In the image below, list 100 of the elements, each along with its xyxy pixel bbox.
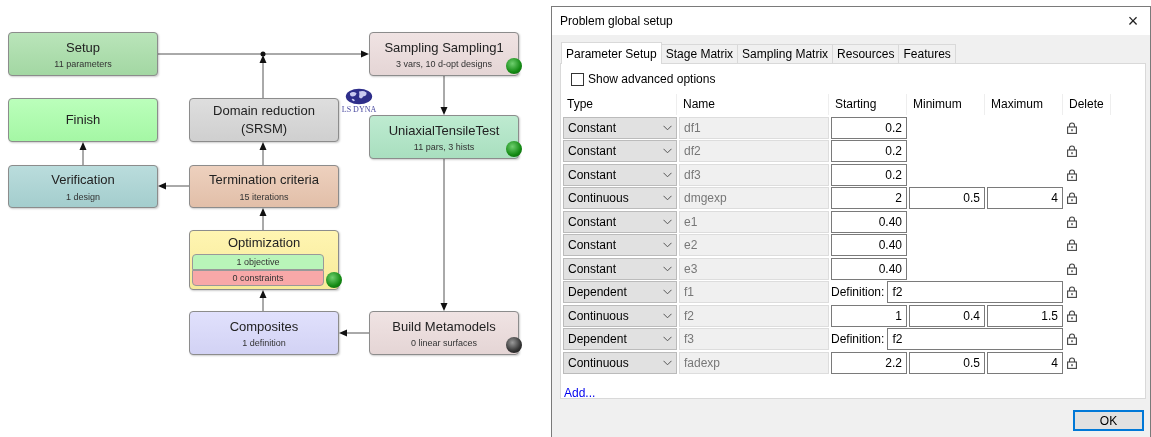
flow-node[interactable]: Sampling Sampling1 3 vars, 10 d-opt designs: [369, 32, 519, 76]
flow-node[interactable]: UniaxialTensileTest 11 pars, 3 hists: [369, 115, 519, 159]
connector-arrow: [339, 329, 370, 337]
type-dropdown[interactable]: Constant: [563, 163, 677, 186]
definition-label: Definition:: [831, 332, 885, 346]
chevron-down-icon: [663, 218, 672, 225]
value-field[interactable]: 4: [987, 351, 1063, 374]
name-field[interactable]: e2: [679, 234, 829, 256]
tab[interactable]: Features: [898, 44, 956, 63]
name-field[interactable]: dmgexp: [679, 187, 829, 209]
lock-icon[interactable]: [1067, 215, 1077, 228]
chevron-down-icon: [663, 242, 672, 248]
globe-icon: [345, 88, 373, 105]
lock-icon[interactable]: [1067, 286, 1077, 298]
lock-icon[interactable]: [1067, 333, 1077, 345]
add-link[interactable]: Add...: [564, 385, 596, 400]
value-field[interactable]: 2: [831, 187, 907, 209]
chevron-down-icon: [663, 336, 672, 342]
lock-icon[interactable]: [1067, 356, 1077, 369]
name-field[interactable]: e1: [679, 210, 829, 233]
type-dropdown[interactable]: Dependent: [563, 281, 677, 303]
type-dropdown[interactable]: Constant: [563, 257, 677, 280]
value-field[interactable]: 2.2: [831, 351, 907, 374]
column-header: Starting: [831, 94, 907, 115]
type-dropdown[interactable]: Dependent: [563, 328, 677, 350]
chevron-down-icon: [663, 124, 672, 131]
lock-icon[interactable]: [1067, 309, 1077, 322]
value-field[interactable]: 0.5: [909, 187, 985, 209]
tab[interactable]: Sampling Matrix: [737, 44, 834, 63]
flow-node[interactable]: Verification 1 design: [8, 165, 158, 208]
node-subtitle: 11 pars, 3 hists: [413, 142, 475, 153]
objective-row[interactable]: 1 objective: [192, 254, 324, 271]
node-subtitle: 15 iterations: [239, 191, 289, 202]
flow-node[interactable]: Optimization 1 objective 0 constraints: [189, 230, 339, 290]
value-field[interactable]: 1.5: [987, 304, 1063, 327]
flow-node[interactable]: Setup 11 parameters: [8, 32, 158, 76]
node-title: Finish: [65, 111, 101, 129]
value-field[interactable]: 0.2: [831, 163, 907, 186]
value-field[interactable]: 0.5: [909, 351, 985, 374]
value-field[interactable]: 0.2: [831, 140, 907, 162]
column-header: Delete: [1065, 94, 1111, 115]
name-field[interactable]: df2: [679, 140, 829, 162]
definition-field[interactable]: f2: [887, 328, 1063, 350]
logo-text: LS DYNA: [341, 105, 377, 114]
node-subtitle: 3 vars, 10 d-opt designs: [395, 59, 493, 70]
checkbox[interactable]: [571, 72, 584, 86]
flow-node[interactable]: Termination criteria 15 iterations: [189, 165, 339, 208]
type-dropdown[interactable]: Constant: [563, 210, 677, 233]
connector-arrow: [259, 290, 267, 312]
node-title: Setup: [66, 38, 100, 57]
node-subtitle: 11 parameters: [54, 59, 112, 70]
flow-node[interactable]: Composites 1 definition: [189, 311, 339, 355]
chevron-down-icon: [663, 265, 672, 272]
value-field[interactable]: 4: [987, 187, 1063, 209]
ok-button[interactable]: OK: [1073, 410, 1144, 431]
definition-field[interactable]: f2: [887, 281, 1063, 303]
constraint-row[interactable]: 0 constraints: [192, 270, 324, 287]
window-title: Problem global setup: [560, 14, 673, 28]
definition-label: Definition:: [831, 285, 885, 299]
node-title: Optimization: [227, 233, 301, 252]
flow-node[interactable]: Finish: [8, 98, 158, 142]
value-field[interactable]: 1: [831, 304, 907, 327]
type-dropdown[interactable]: Constant: [563, 116, 677, 139]
column-header: Type: [563, 94, 677, 115]
name-field[interactable]: fadexp: [679, 351, 829, 374]
type-dropdown[interactable]: Continuous: [563, 351, 677, 374]
value-field[interactable]: 0.40: [831, 257, 907, 280]
chevron-down-icon: [663, 359, 672, 366]
type-dropdown[interactable]: Constant: [563, 234, 677, 256]
name-field[interactable]: df1: [679, 116, 829, 139]
lock-icon[interactable]: [1067, 168, 1077, 181]
node-subtitle: 1 definition: [242, 338, 286, 349]
name-field[interactable]: e3: [679, 257, 829, 280]
close-button[interactable]: ×: [1116, 7, 1150, 35]
type-dropdown[interactable]: Continuous: [563, 304, 677, 327]
tab[interactable]: Stage Matrix: [660, 44, 739, 63]
value-field[interactable]: 0.4: [909, 304, 985, 327]
tab[interactable]: Parameter Setup: [561, 42, 662, 64]
type-dropdown[interactable]: Continuous: [563, 187, 677, 209]
chevron-down-icon: [663, 148, 672, 154]
lock-icon[interactable]: [1067, 192, 1077, 204]
flow-node[interactable]: Domain reduction (SRSM): [189, 98, 339, 142]
lock-icon[interactable]: [1067, 121, 1077, 134]
name-field[interactable]: f2: [679, 304, 829, 327]
lock-icon[interactable]: [1067, 239, 1077, 251]
column-header: Minimum: [909, 94, 985, 115]
name-field[interactable]: f1: [679, 281, 829, 303]
lock-icon[interactable]: [1067, 262, 1077, 275]
type-dropdown[interactable]: Constant: [563, 140, 677, 162]
flow-node[interactable]: Build Metamodels 0 linear surfaces: [369, 311, 519, 355]
name-field[interactable]: f3: [679, 328, 829, 350]
value-field[interactable]: 0.40: [831, 234, 907, 256]
name-field[interactable]: df3: [679, 163, 829, 186]
chevron-down-icon: [663, 195, 672, 201]
value-field[interactable]: 0.2: [831, 116, 907, 139]
node-title: Sampling Sampling1: [384, 38, 504, 57]
node-subtitle: 0 linear surfaces: [410, 338, 477, 349]
lock-icon[interactable]: [1067, 145, 1077, 157]
connector-arrow: [79, 142, 87, 166]
value-field[interactable]: 0.40: [831, 210, 907, 233]
